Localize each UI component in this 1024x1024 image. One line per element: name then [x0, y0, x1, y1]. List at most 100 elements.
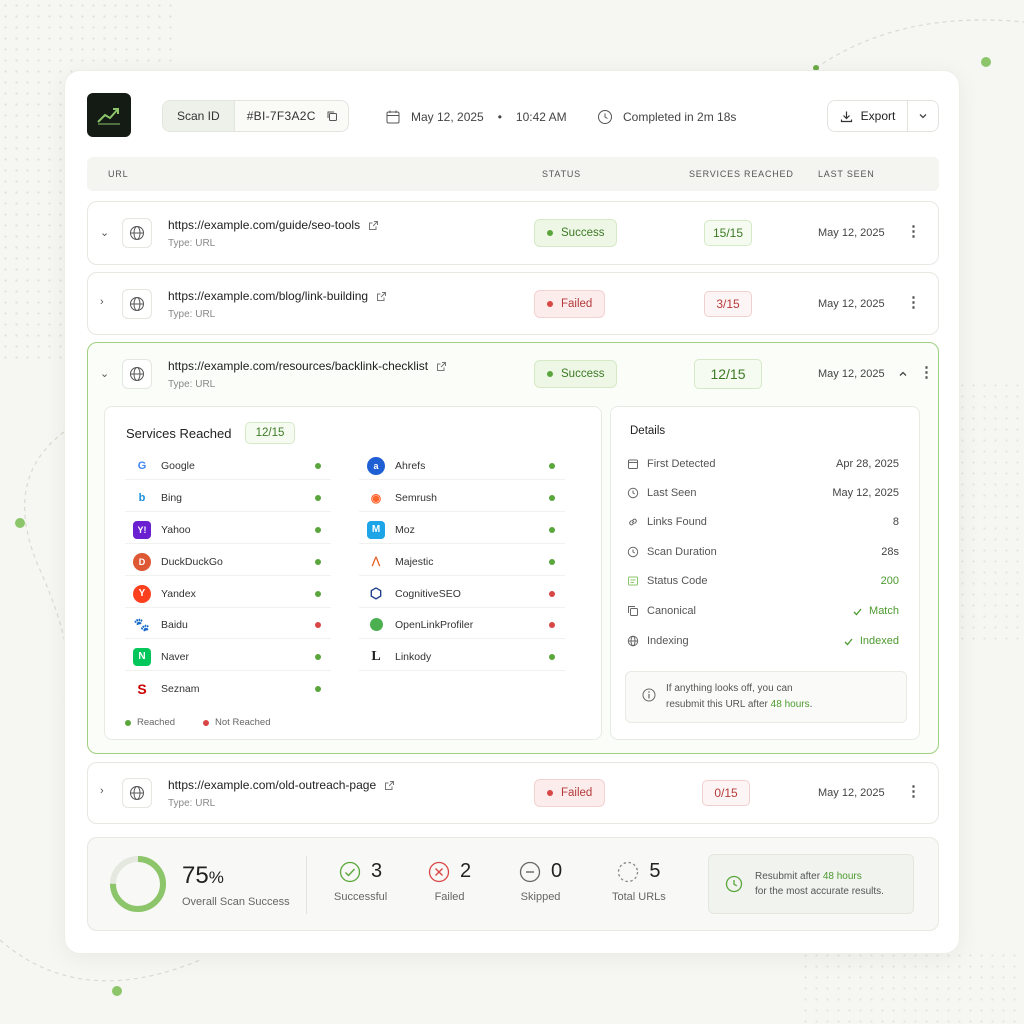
- success-ring: [110, 856, 166, 912]
- chevron-up-icon[interactable]: [898, 370, 908, 378]
- service-item: ⋀ Majestic: [359, 548, 565, 576]
- detail-first-detected: First Detected Apr 28, 2025: [627, 456, 899, 472]
- service-item: M Moz: [359, 516, 565, 544]
- x-circle-icon: [428, 861, 450, 882]
- clock-icon: [627, 487, 639, 499]
- more-icon[interactable]: ⋮: [919, 363, 934, 381]
- row-url[interactable]: https://example.com/guide/seo-tools: [168, 218, 379, 232]
- globe-icon: [122, 359, 152, 389]
- export-dropdown-button[interactable]: [908, 101, 938, 131]
- row-date: May 12, 2025: [818, 298, 885, 310]
- table-row[interactable]: ⌄ https://example.com/guide/seo-tools Ty…: [87, 201, 939, 265]
- row-type: Type: URL: [168, 798, 216, 809]
- external-link-icon[interactable]: [368, 220, 379, 231]
- scan-id-pill: Scan ID #BI-7F3A2C: [162, 100, 349, 132]
- row-url[interactable]: https://example.com/resources/backlink-c…: [168, 359, 447, 373]
- chevron-down-icon: [919, 114, 927, 119]
- more-icon[interactable]: ⋮: [906, 293, 921, 311]
- scan-results-card: Scan ID #BI-7F3A2C May 12, 2025 • 10:42 …: [64, 70, 960, 954]
- stat-total: 5 Total URLs: [612, 860, 666, 903]
- table-row[interactable]: › https://example.com/old-outreach-page …: [87, 762, 939, 824]
- services-title: Services Reached: [126, 426, 232, 441]
- service-item: 🐾 Baidu: [125, 611, 331, 639]
- services-panel: Services Reached 12/15 G Google b Bing Y! Y…: [104, 406, 602, 740]
- external-link-icon[interactable]: [384, 780, 395, 791]
- table-row-expanded[interactable]: ⌄ https://example.com/resources/backlink…: [87, 342, 939, 754]
- scan-date: May 12, 2025: [411, 110, 484, 124]
- service-item: Y Yandex: [125, 580, 331, 608]
- chevron-right-icon[interactable]: ›: [100, 296, 104, 308]
- baidu-icon: 🐾: [133, 616, 151, 632]
- service-item: ◉ Semrush: [359, 484, 565, 512]
- row-url[interactable]: https://example.com/old-outreach-page: [168, 778, 395, 792]
- detail-links-found: Links Found 8: [627, 514, 899, 530]
- details-title: Details: [630, 425, 666, 437]
- globe-icon: [122, 778, 152, 808]
- success-percent: 75%: [182, 862, 224, 889]
- row-date: May 12, 2025: [818, 787, 885, 799]
- bg-dots-bottom: [800, 950, 1024, 1024]
- scan-id-value: #BI-7F3A2C: [246, 109, 316, 123]
- row-date: May 12, 2025: [818, 227, 885, 239]
- clock-icon: [725, 875, 743, 893]
- row-url[interactable]: https://example.com/blog/link-building: [168, 289, 387, 303]
- dashed-circle-icon: [618, 861, 639, 882]
- row-date: May 12, 2025: [818, 368, 885, 380]
- copy-icon[interactable]: [326, 110, 338, 122]
- success-label: Overall Scan Success: [182, 896, 290, 908]
- services-count: 0/15: [702, 780, 750, 806]
- services-count: 12/15: [694, 359, 762, 389]
- calendar-icon: [628, 459, 638, 469]
- col-last-seen: LAST SEEN: [818, 169, 875, 179]
- chevron-down-icon[interactable]: ⌄: [100, 367, 109, 380]
- service-item: OpenLinkProfiler: [359, 611, 565, 639]
- note-line-1: If anything looks off, you can: [666, 683, 793, 694]
- status-badge: Success: [534, 219, 618, 247]
- openlinkprofiler-icon: [367, 616, 385, 634]
- copy-icon: [628, 606, 638, 616]
- stat-successful: 3 Successful: [334, 860, 388, 903]
- chevron-right-icon[interactable]: ›: [100, 785, 104, 797]
- more-icon[interactable]: ⋮: [906, 222, 921, 240]
- scan-duration: Completed in 2m 18s: [597, 109, 736, 125]
- chevron-down-icon[interactable]: ⌄: [100, 226, 109, 239]
- check-circle-icon: [339, 861, 361, 882]
- summary-bar: 75% Overall Scan Success 3 Successful 2 …: [87, 837, 939, 931]
- app-logo: [87, 93, 131, 137]
- majestic-icon: ⋀: [371, 556, 381, 567]
- legend-reached: Reached: [137, 717, 176, 728]
- yandex-icon: Y: [133, 584, 151, 603]
- globe-icon: [627, 635, 639, 647]
- seznam-icon: S: [137, 681, 147, 697]
- export-label: Export: [860, 109, 896, 123]
- detail-scan-duration: Scan Duration 28s: [627, 544, 899, 560]
- globe-icon: [122, 218, 152, 248]
- row-type: Type: URL: [168, 309, 216, 320]
- service-item: G Google: [125, 452, 331, 480]
- service-item: ⬡ CognitiveSEO: [359, 580, 565, 608]
- moz-icon: M: [367, 520, 385, 539]
- bing-icon: b: [138, 491, 146, 504]
- external-link-icon[interactable]: [376, 291, 387, 302]
- services-count: 3/15: [704, 291, 752, 317]
- clock-icon: [627, 546, 639, 558]
- ahrefs-icon: a: [367, 456, 385, 475]
- resubmit-hint: Resubmit after 48 hours for the most acc…: [708, 854, 914, 914]
- service-item: S Seznam: [125, 675, 331, 703]
- details-panel: Details First Detected Apr 28, 2025 Last …: [610, 406, 920, 740]
- row-type: Type: URL: [168, 379, 216, 390]
- status-badge: Failed: [534, 779, 606, 807]
- google-icon: G: [137, 459, 147, 472]
- table-row[interactable]: › https://example.com/blog/link-building…: [87, 272, 939, 335]
- download-icon: [840, 111, 852, 122]
- separator-dot: •: [497, 110, 502, 124]
- service-item: N Naver: [125, 643, 331, 671]
- calendar-icon: [386, 110, 400, 124]
- export-button[interactable]: Export: [828, 101, 908, 131]
- resubmit-note: If anything looks off, you can resubmit …: [625, 671, 907, 723]
- detail-status-code: Status Code 200: [627, 573, 899, 589]
- more-icon[interactable]: ⋮: [906, 782, 921, 800]
- external-link-icon[interactable]: [436, 361, 447, 372]
- check-icon: [853, 608, 862, 615]
- link-icon: [629, 518, 637, 526]
